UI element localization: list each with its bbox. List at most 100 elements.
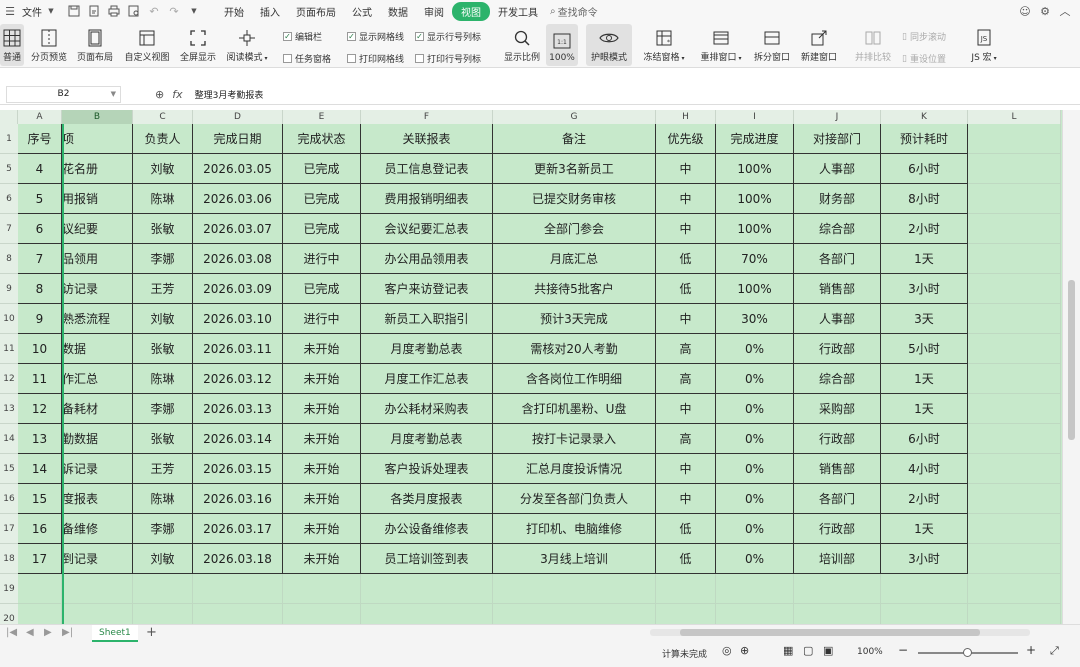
table-cell[interactable] [968, 574, 1061, 604]
tab-insert[interactable]: 插入 [252, 4, 288, 19]
table-cell[interactable]: 陈琳 [133, 364, 193, 394]
table-cell[interactable]: 100% [716, 274, 794, 304]
table-cell[interactable] [133, 604, 193, 624]
eye-mode-button[interactable]: 护眼模式 [586, 24, 632, 66]
chevron-up-icon[interactable]: ︿ [1058, 4, 1072, 18]
table-cell[interactable]: 1天 [881, 244, 968, 274]
header-cell[interactable]: 序号 [18, 124, 62, 154]
print-gridlines-checkbox[interactable]: 打印网格线 [347, 52, 404, 65]
table-cell[interactable]: 4 [18, 154, 62, 184]
table-cell[interactable]: 诉记录 [62, 454, 133, 484]
table-cell[interactable] [968, 124, 1061, 154]
column-header-c[interactable]: C [133, 110, 193, 124]
table-cell[interactable]: 12 [18, 394, 62, 424]
new-window-button[interactable]: 新建窗口 [797, 24, 841, 66]
print-icon[interactable] [107, 4, 121, 18]
zoom-button[interactable]: 显示比例 [500, 24, 544, 66]
table-cell[interactable] [18, 574, 62, 604]
table-cell[interactable]: 备耗材 [62, 394, 133, 424]
tab-review[interactable]: 审阅 [416, 4, 452, 19]
add-sheet-button[interactable]: + [146, 625, 157, 640]
table-cell[interactable] [968, 334, 1061, 364]
table-cell[interactable]: 14 [18, 454, 62, 484]
redo-icon[interactable]: ↷ [167, 4, 181, 18]
table-cell[interactable]: 2026.03.12 [193, 364, 283, 394]
table-cell[interactable]: 未开始 [283, 334, 361, 364]
table-cell[interactable]: 5小时 [881, 334, 968, 364]
table-cell[interactable] [968, 184, 1061, 214]
sync-scroll-button[interactable]: ▯ 同步滚动 [902, 30, 946, 44]
normal-view-icon[interactable]: ▦ [783, 644, 793, 657]
table-cell[interactable]: 办公设备维修表 [361, 514, 493, 544]
table-cell[interactable] [881, 574, 968, 604]
table-cell[interactable]: 用报销 [62, 184, 133, 214]
table-cell[interactable]: 张敏 [133, 334, 193, 364]
table-cell[interactable]: 低 [656, 514, 716, 544]
table-cell[interactable]: 员工信息登记表 [361, 154, 493, 184]
table-cell[interactable]: 3小时 [881, 544, 968, 574]
table-cell[interactable]: 进行中 [283, 304, 361, 334]
table-cell[interactable] [968, 424, 1061, 454]
table-cell[interactable]: 更新3名新员工 [493, 154, 656, 184]
table-cell[interactable]: 16 [18, 514, 62, 544]
formula-input[interactable]: 整理3月考勤报表 [195, 88, 264, 101]
column-header-j[interactable]: J [794, 110, 881, 124]
row-header[interactable]: 10 [0, 304, 18, 334]
table-cell[interactable]: 0% [716, 364, 794, 394]
table-cell[interactable]: 中 [656, 154, 716, 184]
page-layout-icon[interactable]: ▢ [803, 644, 813, 657]
column-header-l[interactable]: L [968, 110, 1061, 124]
table-cell[interactable]: 6小时 [881, 424, 968, 454]
table-cell[interactable]: 5 [18, 184, 62, 214]
show-headers-checkbox[interactable]: ✓ 显示行号列标 [415, 30, 481, 43]
table-cell[interactable] [968, 244, 1061, 274]
table-cell[interactable]: 花名册 [62, 154, 133, 184]
zoom-100-button[interactable]: 1:1 100% [546, 24, 578, 66]
table-cell[interactable]: 各类月度报表 [361, 484, 493, 514]
table-cell[interactable]: 2026.03.15 [193, 454, 283, 484]
tab-developer[interactable]: 开发工具 [490, 4, 546, 19]
header-cell[interactable]: 完成状态 [283, 124, 361, 154]
table-cell[interactable]: 中 [656, 304, 716, 334]
table-cell[interactable]: 高 [656, 424, 716, 454]
fx-icon[interactable]: fx [172, 88, 182, 101]
table-cell[interactable]: 熟悉流程 [62, 304, 133, 334]
table-cell[interactable]: 共接待5批客户 [493, 274, 656, 304]
table-cell[interactable]: 预计3天完成 [493, 304, 656, 334]
table-cell[interactable]: 客户投诉处理表 [361, 454, 493, 484]
last-sheet-icon[interactable]: ▶| [62, 627, 73, 638]
table-cell[interactable] [968, 454, 1061, 484]
table-cell[interactable] [968, 304, 1061, 334]
table-cell[interactable]: 17 [18, 544, 62, 574]
table-cell[interactable]: 9 [18, 304, 62, 334]
table-cell[interactable]: 未开始 [283, 424, 361, 454]
table-cell[interactable]: 勤数据 [62, 424, 133, 454]
header-cell[interactable]: 完成进度 [716, 124, 794, 154]
table-cell[interactable]: 低 [656, 274, 716, 304]
horizontal-scrollbar[interactable] [650, 629, 1030, 636]
table-cell[interactable]: 月底汇总 [493, 244, 656, 274]
table-cell[interactable]: 人事部 [794, 154, 881, 184]
table-cell[interactable]: 6小时 [881, 154, 968, 184]
table-cell[interactable]: 2026.03.07 [193, 214, 283, 244]
table-cell[interactable]: 2026.03.05 [193, 154, 283, 184]
table-cell[interactable]: 办公耗材采购表 [361, 394, 493, 424]
table-cell[interactable]: 已完成 [283, 214, 361, 244]
table-cell[interactable] [968, 364, 1061, 394]
table-cell[interactable]: 2026.03.06 [193, 184, 283, 214]
table-cell[interactable]: 各部门 [794, 484, 881, 514]
table-cell[interactable] [881, 604, 968, 624]
table-cell[interactable] [968, 394, 1061, 424]
table-cell[interactable]: 0% [716, 334, 794, 364]
table-cell[interactable]: 销售部 [794, 454, 881, 484]
table-cell[interactable]: 李娜 [133, 394, 193, 424]
table-cell[interactable]: 中 [656, 394, 716, 424]
table-cell[interactable]: 2026.03.18 [193, 544, 283, 574]
zoom-level[interactable]: 100% [857, 647, 883, 657]
row-header[interactable]: 7 [0, 214, 18, 244]
table-cell[interactable]: 已完成 [283, 184, 361, 214]
table-cell[interactable]: 作汇总 [62, 364, 133, 394]
table-cell[interactable]: 办公用品领用表 [361, 244, 493, 274]
table-cell[interactable]: 陈琳 [133, 184, 193, 214]
normal-view-button[interactable]: 普通 [0, 24, 24, 66]
